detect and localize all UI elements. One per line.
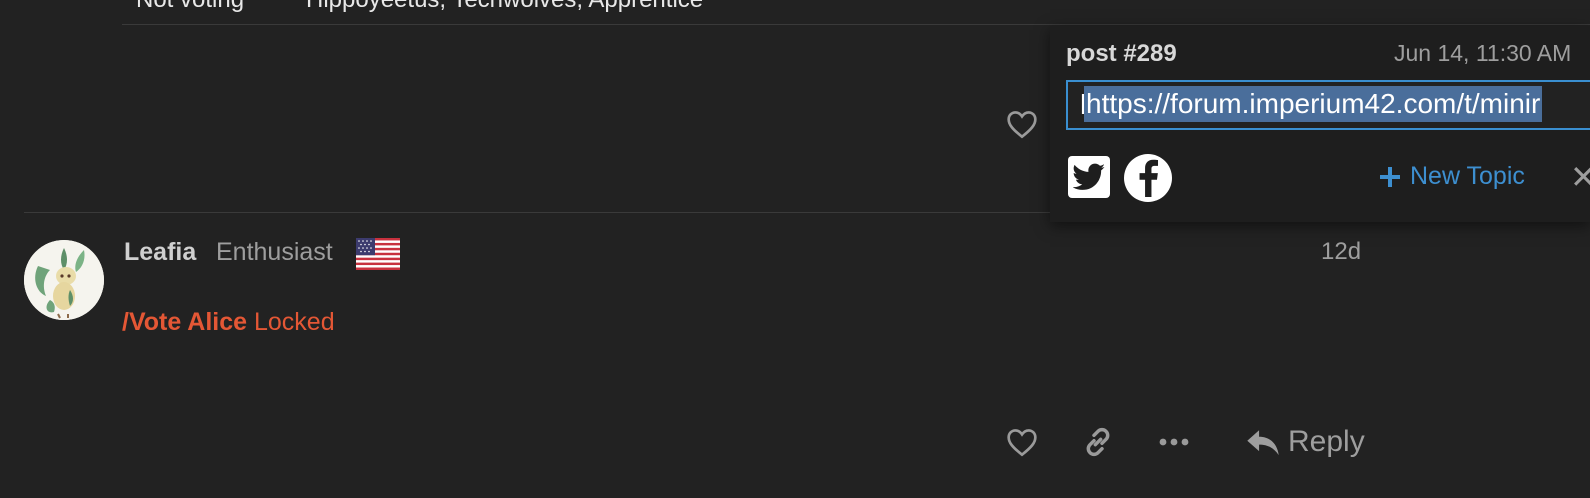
- vote-text: /Vote Alice: [122, 308, 248, 336]
- twitter-share-button[interactable]: [1068, 156, 1110, 198]
- reply-icon: [1247, 430, 1279, 456]
- share-url-selection: https://forum.imperium42.com/t/minir: [1084, 86, 1543, 122]
- share-link-button[interactable]: [1080, 424, 1116, 460]
- link-icon: [1086, 427, 1110, 457]
- reply-label: Reply: [1288, 425, 1365, 458]
- twitter-icon: [1073, 163, 1105, 190]
- new-topic-label: New Topic: [1410, 162, 1525, 190]
- facebook-icon: [1139, 159, 1159, 197]
- reply-button[interactable]: Reply: [1246, 422, 1365, 462]
- vote-status: Locked: [247, 308, 335, 336]
- facebook-share-button[interactable]: [1124, 154, 1172, 202]
- table-row-label: Not voting: [136, 0, 244, 14]
- heart-icon: [1007, 111, 1037, 139]
- table-row-value: Hippoyeetus, Techwolves, Apprentice: [306, 0, 703, 14]
- user-title: Enthusiast: [216, 238, 333, 266]
- heart-icon: [1007, 429, 1037, 457]
- close-icon[interactable]: ✕: [1570, 160, 1590, 194]
- plus-icon: [1380, 166, 1400, 187]
- avatar[interactable]: [24, 240, 104, 320]
- more-options-button[interactable]: [1156, 424, 1192, 460]
- share-title: post #289: [1066, 40, 1177, 67]
- new-topic-button[interactable]: New Topic: [1378, 162, 1525, 191]
- like-button[interactable]: [1004, 106, 1040, 142]
- like-button[interactable]: [1004, 424, 1040, 460]
- share-popup: post #289 Jun 14, 11:30 AM https://forum…: [1050, 26, 1590, 222]
- leafeon-avatar-icon: [24, 240, 104, 320]
- us-flag-icon: [356, 238, 400, 270]
- username[interactable]: Leafia: [124, 238, 196, 267]
- post-age[interactable]: 12d: [1321, 238, 1361, 266]
- ellipsis-icon: [1159, 438, 1189, 446]
- share-date: Jun 14, 11:30 AM: [1394, 40, 1572, 66]
- post-body: /Vote Alice Locked: [122, 308, 335, 337]
- table-row: Not voting Hippoyeetus, Techwolves, Appr…: [122, 0, 1590, 25]
